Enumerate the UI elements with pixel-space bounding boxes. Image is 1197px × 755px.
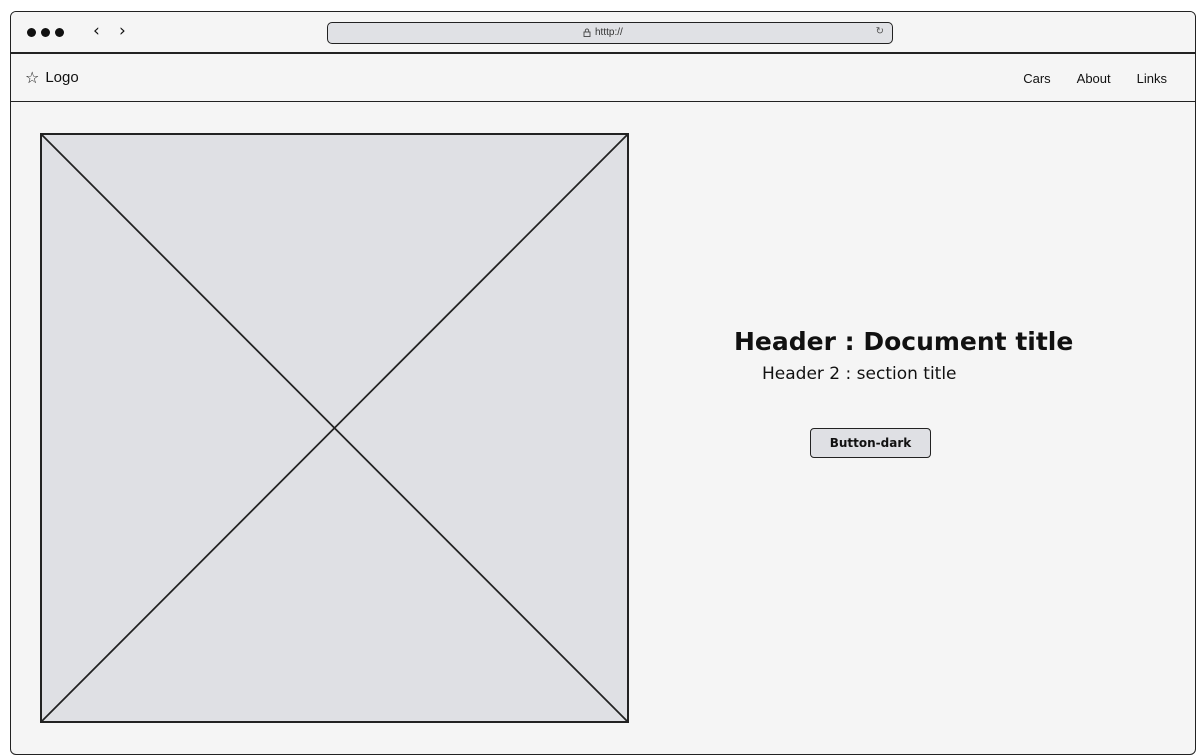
image-placeholder-icon xyxy=(40,133,629,723)
url-bar[interactable]: htttp:// ↻ xyxy=(327,22,893,44)
url-display[interactable]: htttp:// xyxy=(583,27,623,38)
dot-icon[interactable] xyxy=(27,28,36,37)
reload-icon[interactable]: ↻ xyxy=(876,26,884,37)
dot-icon[interactable] xyxy=(55,28,64,37)
logo[interactable]: ☆ Logo xyxy=(25,69,79,86)
window-controls[interactable] xyxy=(27,28,64,37)
dot-icon[interactable] xyxy=(41,28,50,37)
primary-button[interactable]: Button-dark xyxy=(810,428,931,458)
section-title: Header 2 : section title xyxy=(762,364,957,384)
url-text: htttp:// xyxy=(595,27,623,38)
browser-chrome: ‹ › htttp:// ↻ xyxy=(11,12,1195,54)
chevron-left-icon[interactable]: ‹ xyxy=(93,21,100,41)
star-icon: ☆ xyxy=(25,67,40,87)
page-title: Header : Document title xyxy=(734,327,1074,356)
nav-link-links[interactable]: Links xyxy=(1137,71,1167,86)
chevron-right-icon[interactable]: › xyxy=(119,21,126,41)
nav-link-about[interactable]: About xyxy=(1077,71,1111,86)
nav-link-cars[interactable]: Cars xyxy=(1023,71,1050,86)
logo-text: Logo xyxy=(45,69,79,86)
lock-icon xyxy=(583,28,591,37)
site-navbar: ☆ Logo Cars About Links xyxy=(11,56,1195,102)
browser-window: ‹ › htttp:// ↻ ☆ Logo Cars About Links H… xyxy=(10,11,1196,755)
nav-links: Cars About Links xyxy=(1023,71,1167,86)
